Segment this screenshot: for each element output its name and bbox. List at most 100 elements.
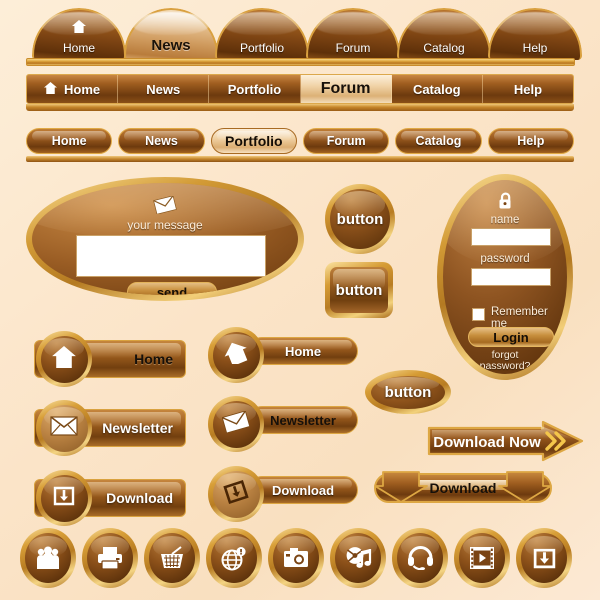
download-arrow-icon-badge[interactable]	[208, 466, 264, 522]
users-icon-button[interactable]	[20, 528, 76, 588]
bar-nav-label: Home	[64, 81, 101, 97]
film-play-icon-button[interactable]	[454, 528, 510, 588]
pill-nav-base	[26, 156, 574, 162]
home-flip-icon-badge[interactable]	[208, 327, 264, 383]
home-icon-badge[interactable]	[36, 331, 92, 387]
globe-pin-icon-button[interactable]	[206, 528, 262, 588]
envelope-open-icon-badge[interactable]	[208, 396, 264, 452]
dome-tab-label: Home	[62, 41, 95, 55]
pill-nav-item-help[interactable]: Help	[487, 128, 574, 154]
pill-nav-item-forum[interactable]: Forum	[302, 128, 390, 154]
bar-nav-label: News	[146, 81, 181, 97]
bar-nav-item-portfolio[interactable]: Portfolio	[209, 75, 301, 103]
ui-kit-canvas: News Home Portfolio Forum Catalog Help H…	[0, 0, 600, 600]
message-panel-label: your message	[127, 218, 203, 232]
pill-nav-item-catalog[interactable]: Catalog	[395, 128, 482, 154]
download-pill-label: Download	[271, 482, 335, 498]
login-button-label: Login	[493, 329, 529, 345]
bar-nav-item-help[interactable]: Help	[483, 75, 573, 103]
dome-tab-label: Help	[522, 41, 548, 55]
dome-tab-forum[interactable]: Forum	[306, 8, 400, 60]
pill-nav-item-home[interactable]: Home	[26, 128, 113, 154]
home-flip-icon	[224, 342, 248, 369]
name-field[interactable]	[471, 228, 551, 246]
dome-tab-label: News	[151, 37, 191, 54]
shopping-basket-icon	[161, 546, 183, 568]
newsletter-icon-badge[interactable]	[36, 400, 92, 456]
music-cd-icon	[346, 546, 371, 568]
lock-icon	[443, 191, 567, 215]
dome-nav-base	[26, 58, 575, 66]
bar-nav-label: Forum	[320, 80, 371, 97]
dome-tab-news[interactable]: News	[124, 8, 218, 60]
pill-nav-label: Help	[517, 134, 545, 148]
bar-nav: Home News Portfolio Forum Catalog Help	[26, 74, 574, 104]
download-tray-icon	[52, 484, 76, 513]
pill-nav-item-news[interactable]: News	[118, 128, 205, 154]
camera-icon	[284, 548, 308, 567]
send-button[interactable]: send	[127, 282, 217, 295]
printer-icon	[98, 547, 122, 570]
message-panel: your message send	[26, 177, 304, 301]
icon-row	[20, 528, 580, 594]
circle-button-label: button	[336, 210, 384, 228]
pill-nav-label: Home	[51, 134, 87, 148]
dome-tab-label: Catalog	[423, 41, 465, 55]
bar-nav-item-news[interactable]: News	[118, 75, 210, 103]
dome-tab-help[interactable]: Help	[488, 8, 582, 60]
send-button-label: send	[156, 284, 188, 296]
home-rect-button-label: Home	[134, 351, 173, 367]
newsletter-pill-button[interactable]: Newsletter	[248, 406, 358, 434]
bar-nav-label: Portfolio	[227, 81, 282, 97]
shopping-basket-icon-button[interactable]	[144, 528, 200, 588]
camera-icon-button[interactable]	[268, 528, 324, 588]
pill-nav-label: News	[145, 134, 178, 148]
password-field[interactable]	[471, 268, 551, 286]
download-tray-icon	[533, 548, 555, 568]
users-icon	[37, 546, 59, 569]
svg-text:Download: Download	[430, 480, 497, 496]
printer-icon-button[interactable]	[82, 528, 138, 588]
bar-nav-item-catalog[interactable]: Catalog	[392, 75, 483, 103]
pill-nav-label: Forum	[326, 134, 366, 148]
download-tray-icon-button[interactable]	[516, 528, 572, 588]
download-double-arrow-button[interactable]: Download	[373, 470, 553, 506]
oval-button-label: button	[384, 383, 432, 401]
remember-me-checkbox[interactable]	[472, 308, 485, 321]
bar-nav-item-home[interactable]: Home	[27, 75, 119, 103]
home-pill-button[interactable]: Home	[248, 337, 358, 365]
pill-nav-label: Catalog	[415, 134, 462, 148]
pill-nav-item-portfolio[interactable]: Portfolio	[210, 128, 297, 154]
bar-nav-label: Catalog	[412, 81, 461, 97]
download-pill-button[interactable]: Download	[248, 476, 358, 504]
oval-button[interactable]: button	[365, 370, 451, 414]
download-icon-badge[interactable]	[36, 470, 92, 526]
dome-tab-label: Forum	[335, 41, 371, 55]
password-label: password	[480, 253, 530, 265]
name-label: name	[490, 214, 520, 226]
dome-tab-portfolio[interactable]: Portfolio	[215, 8, 309, 60]
headset-icon-button[interactable]	[392, 528, 448, 588]
square-button-label: button	[335, 281, 383, 299]
film-play-icon	[470, 547, 494, 569]
home-pill-label: Home	[284, 343, 322, 359]
bar-nav-base	[26, 104, 574, 111]
home-icon	[44, 81, 57, 97]
bar-nav-item-forum[interactable]: Forum	[300, 75, 392, 103]
globe-pin-icon	[221, 546, 246, 570]
download-now-arrow-button[interactable]: Download Now	[425, 420, 585, 462]
envelope-icon	[32, 195, 298, 219]
download-arrow-icon	[223, 479, 249, 510]
envelope-open-icon	[221, 409, 251, 438]
message-textarea[interactable]	[76, 235, 266, 277]
music-cd-icon-button[interactable]	[330, 528, 386, 588]
forgot-password-link[interactable]: forgot password?	[443, 350, 567, 372]
square-button[interactable]: button	[325, 262, 393, 318]
circle-button[interactable]: button	[325, 184, 395, 254]
download-rect-button-label: Download	[106, 490, 173, 506]
newsletter-pill-label: Newsletter	[270, 412, 336, 428]
dome-tab-catalog[interactable]: Catalog	[397, 8, 491, 60]
pill-nav-label: Portfolio	[225, 133, 283, 149]
login-button[interactable]: Login	[468, 327, 554, 347]
dome-tab-home[interactable]: Home	[32, 8, 126, 60]
